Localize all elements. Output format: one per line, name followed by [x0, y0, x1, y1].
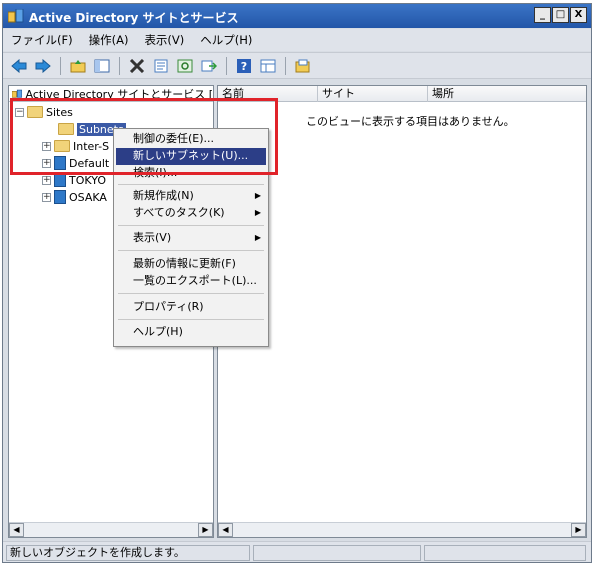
close-button[interactable]: X	[570, 7, 587, 23]
menu-item-properties[interactable]: プロパティ(R)	[116, 299, 266, 316]
status-panel-3	[424, 545, 586, 561]
forward-arrow-icon[interactable]	[33, 56, 53, 76]
toolbar-separator	[226, 56, 227, 75]
toolbar: ?	[3, 52, 591, 79]
list-horizontal-scrollbar[interactable]: ◀ ▶	[218, 522, 586, 537]
view-icon[interactable]	[258, 56, 278, 76]
menu-item-help[interactable]: ヘルプ(H)	[116, 324, 266, 341]
menu-item-refresh[interactable]: 最新の情報に更新(F)	[116, 256, 266, 273]
menu-separator	[118, 225, 264, 226]
delete-icon[interactable]	[127, 56, 147, 76]
ad-sites-app-icon	[8, 9, 24, 23]
menu-item-label: 最新の情報に更新(F)	[133, 257, 236, 270]
menu-view[interactable]: 表示(V)	[144, 32, 184, 48]
site-icon	[54, 173, 66, 187]
menu-separator	[118, 319, 264, 320]
empty-list-message: このビューに表示する項目はありません。	[306, 115, 515, 128]
menu-file[interactable]: ファイル(F)	[11, 32, 73, 48]
annotation-highlight-box	[10, 98, 278, 175]
menu-item-export-list[interactable]: 一覧のエクスポート(L)...	[116, 273, 266, 290]
submenu-arrow-icon: ▶	[254, 208, 261, 217]
window-title: Active Directory サイトとサービス	[29, 11, 239, 25]
menu-separator	[118, 250, 264, 251]
menu-item-label: 一覧のエクスポート(L)...	[133, 274, 257, 287]
menu-item-label: すべてのタスク(K)	[133, 206, 225, 219]
status-text: 新しいオブジェクトを作成します。	[6, 545, 250, 561]
toolbar-separator	[60, 56, 61, 75]
menu-item-label: 新規作成(N)	[133, 189, 194, 202]
title-bar[interactable]: Active Directory サイトとサービス _ □ X	[3, 4, 591, 28]
properties-icon[interactable]	[151, 56, 171, 76]
help-icon[interactable]: ?	[234, 56, 254, 76]
minimize-button[interactable]: _	[534, 7, 551, 23]
show-tree-icon[interactable]	[92, 56, 112, 76]
column-header-location[interactable]: 場所	[428, 86, 586, 102]
scroll-right-button[interactable]: ▶	[198, 523, 213, 537]
menu-action[interactable]: 操作(A)	[89, 32, 129, 48]
expand-icon[interactable]: +	[42, 175, 51, 185]
menu-item-all-tasks[interactable]: すべてのタスク(K) ▶	[116, 205, 266, 222]
submenu-arrow-icon: ▶	[254, 233, 261, 242]
tree-item-osaka-label: OSAKA	[69, 190, 107, 204]
menu-separator	[118, 293, 264, 294]
scroll-right-button[interactable]: ▶	[571, 523, 586, 537]
submenu-arrow-icon: ▶	[254, 191, 261, 200]
new-icon[interactable]	[293, 56, 313, 76]
menu-item-label: プロパティ(R)	[133, 300, 204, 313]
mmc-window: Active Directory サイトとサービス _ □ X ファイル(F) …	[2, 3, 592, 563]
up-folder-icon[interactable]	[68, 56, 88, 76]
tree-item-osaka[interactable]: + OSAKA	[42, 189, 107, 205]
maximize-button[interactable]: □	[552, 7, 569, 23]
toolbar-separator	[119, 56, 120, 75]
tree-item-tokyo-label: TOKYO	[69, 173, 106, 187]
menu-item-label: 表示(V)	[133, 231, 172, 244]
toolbar-separator	[285, 56, 286, 75]
menu-item-new[interactable]: 新規作成(N) ▶	[116, 188, 266, 205]
status-panel-2	[253, 545, 421, 561]
menu-item-label: ヘルプ(H)	[133, 325, 183, 338]
menu-item-view[interactable]: 表示(V) ▶	[116, 230, 266, 247]
menu-separator	[118, 184, 264, 185]
back-arrow-icon[interactable]	[9, 56, 29, 76]
status-bar: 新しいオブジェクトを作成します。	[3, 541, 591, 562]
scroll-left-button[interactable]: ◀	[218, 523, 233, 537]
menu-help[interactable]: ヘルプ(H)	[200, 32, 252, 48]
export-icon[interactable]	[199, 56, 219, 76]
menu-bar: ファイル(F) 操作(A) 表示(V) ヘルプ(H)	[3, 29, 591, 51]
expand-icon[interactable]: +	[42, 192, 51, 202]
refresh-icon[interactable]	[175, 56, 195, 76]
scroll-left-button[interactable]: ◀	[9, 523, 24, 537]
svg-text:?: ?	[241, 60, 247, 73]
site-icon	[54, 190, 66, 204]
tree-horizontal-scrollbar[interactable]: ◀ ▶	[9, 522, 213, 537]
column-header-site[interactable]: サイト	[318, 86, 428, 102]
